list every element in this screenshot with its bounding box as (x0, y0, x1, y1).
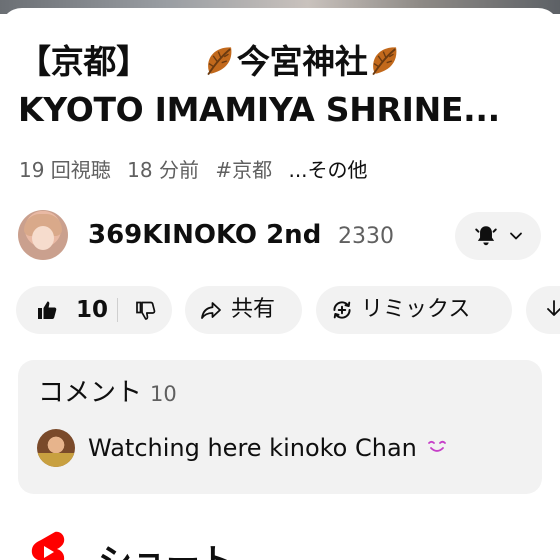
upload-time: 18 分前 (127, 158, 199, 182)
remix-button[interactable]: リミックス (316, 286, 512, 334)
video-title-line-2: KYOTO IMAMIYA SHRINE... (18, 90, 500, 129)
comments-heading-row: コメント 10 (38, 372, 177, 409)
bell-icon (475, 226, 497, 246)
shorts-heading: ショート (98, 534, 234, 560)
share-arrow-icon (201, 302, 221, 319)
like-count: 10 (76, 297, 109, 323)
subscriber-count: 2330 (338, 224, 394, 249)
chevron-down-icon (510, 232, 522, 240)
subscription-notification-button[interactable] (455, 212, 541, 260)
commenter-avatar (37, 429, 75, 467)
dislike-button[interactable] (120, 286, 172, 334)
like-button[interactable]: 10 (16, 286, 116, 334)
fallen-leaf-icon (207, 47, 232, 76)
share-button[interactable]: 共有 (185, 286, 302, 334)
video-title[interactable]: 【京都】 今宮神社 KYOTO IMAMIYA SHRINE... (18, 38, 558, 134)
top-comment: Watching here kinoko Chan (88, 434, 449, 462)
video-info-sheet: 【京都】 今宮神社 KYOTO IMAMIYA SHRINE... 19 回視聴 … (0, 8, 560, 560)
hashtag-link[interactable]: #京都 (215, 158, 272, 182)
shorts-logo-icon (31, 531, 65, 560)
video-meta[interactable]: 19 回視聴 18 分前 #京都 ...その他 (19, 154, 378, 183)
remix-label: リミックス (361, 297, 471, 322)
like-dislike-group: 10 (16, 286, 172, 334)
thumbs-down-icon (136, 301, 156, 320)
comments-section[interactable]: コメント 10 Watching here kinoko Chan (18, 360, 542, 494)
channel-row: 369KINOKO 2nd 2330 (18, 210, 548, 262)
like-divider (117, 298, 118, 322)
share-label: 共有 (231, 297, 276, 322)
fallen-leaf-icon (371, 47, 397, 76)
thumbs-up-icon (38, 301, 57, 319)
download-button[interactable] (526, 286, 560, 334)
action-bar: 10 共有 リミックス (16, 286, 560, 336)
description-more-link[interactable]: ...その他 (288, 158, 367, 182)
title-bracket-text: 【京都】 (18, 42, 149, 81)
comments-heading: コメント (38, 378, 143, 408)
comments-count: 10 (150, 382, 177, 406)
channel-avatar[interactable] (18, 210, 68, 260)
video-title-line-1: 【京都】 今宮神社 (18, 38, 558, 86)
top-comment-text: Watching here kinoko Chan (88, 434, 417, 462)
shorts-section-header: ショート (28, 530, 528, 560)
download-icon (547, 300, 560, 316)
view-count: 19 回視聴 (19, 158, 111, 182)
smiling-face-icon (427, 440, 446, 452)
remix-icon (333, 301, 351, 319)
channel-name[interactable]: 369KINOKO 2nd (88, 220, 321, 250)
title-shrine-text: 今宮神社 (236, 42, 368, 81)
video-watch-page: 【京都】 今宮神社 KYOTO IMAMIYA SHRINE... 19 回視聴 … (0, 0, 560, 560)
